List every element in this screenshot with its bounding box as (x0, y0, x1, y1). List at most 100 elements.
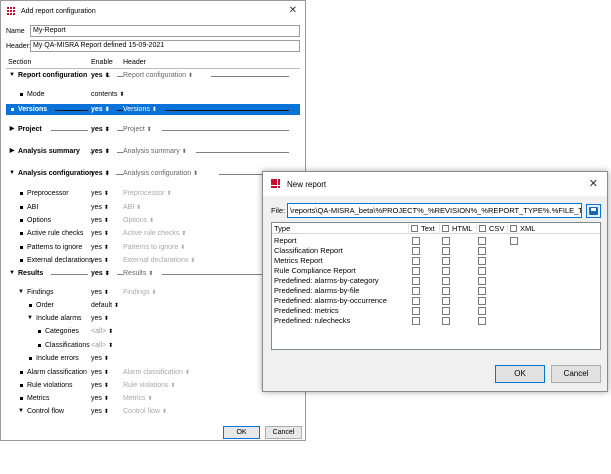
enable-spinner[interactable]: yes ⬍ (91, 242, 109, 254)
html-all-checkbox[interactable] (442, 225, 449, 232)
enable-spinner[interactable]: yes ⬍ (91, 124, 110, 136)
column-type[interactable]: Type (272, 223, 409, 234)
header-field[interactable]: Versions ⬍ (117, 104, 157, 116)
report-type-row[interactable]: Metrics Report (274, 256, 600, 266)
header-field[interactable]: Findings ⬍ (123, 287, 157, 299)
report-type-row[interactable]: Predefined: alarms-by-file (274, 286, 600, 296)
enable-spinner[interactable]: yes ⬍ (91, 188, 109, 200)
expand-toggle-icon[interactable]: ▼ (27, 313, 33, 324)
spinner-arrows-icon[interactable]: ⬍ (152, 107, 157, 113)
text-checkbox[interactable] (412, 317, 420, 325)
column-enable[interactable]: Enable (91, 59, 113, 66)
header-field[interactable]: Report configuration ⬍ (117, 70, 193, 82)
tree-row[interactable]: External declarations yes ⬍ External declar… (6, 255, 300, 266)
spinner-arrows-icon[interactable]: ⬍ (193, 171, 198, 177)
tree-row[interactable]: Categories <all> ⬍ (6, 326, 300, 337)
spinner-arrows-icon[interactable]: ⬍ (104, 205, 109, 211)
spinner-arrows-icon[interactable]: ⬍ (104, 218, 109, 224)
column-html[interactable]: HTML (440, 223, 477, 234)
header-field[interactable]: Patterns to ignore ⬍ (123, 242, 185, 254)
enable-spinner[interactable]: <all> ⬍ (91, 340, 113, 352)
header-field[interactable]: Results ⬍ (117, 268, 153, 280)
enable-spinner[interactable]: yes ⬍ (91, 215, 109, 227)
report-type-row[interactable]: Predefined: metrics (274, 306, 600, 316)
header-field[interactable]: Analysis configuration ⬍ (117, 168, 198, 180)
enable-spinner[interactable]: contents ⬍ (91, 89, 125, 101)
spinner-arrows-icon[interactable]: ⬍ (104, 290, 109, 296)
file-input[interactable]: \reports\QA-MISRA_beta\%PROJECT%_%REVISI… (287, 203, 582, 218)
spinner-arrows-icon[interactable]: ⬍ (190, 258, 195, 264)
text-checkbox[interactable] (412, 247, 420, 255)
enable-spinner[interactable]: yes ⬍ (91, 70, 110, 82)
spinner-arrows-icon[interactable]: ⬍ (108, 329, 113, 335)
tree-row[interactable]: Preprocessor yes ⬍ Preprocessor ⬍ (6, 188, 300, 199)
header-field[interactable]: Alarm classification ⬍ (123, 367, 190, 379)
spinner-arrows-icon[interactable]: ⬍ (104, 258, 109, 264)
enable-spinner[interactable]: yes ⬍ (91, 255, 109, 267)
spinner-arrows-icon[interactable]: ⬍ (167, 191, 172, 197)
xml-checkbox[interactable] (510, 237, 518, 245)
header-field[interactable]: Active rule checks ⬍ (123, 228, 186, 240)
header-field[interactable]: Preprocessor ⬍ (123, 188, 172, 200)
header-field[interactable]: Analysis summary ⬍ (117, 146, 187, 158)
header-field[interactable]: Project ⬍ (117, 124, 152, 136)
text-all-checkbox[interactable] (411, 225, 418, 232)
report-type-row[interactable]: Predefined: alarms-by-category (274, 276, 600, 286)
tree-row[interactable]: ABI yes ⬍ ABI ⬍ (6, 202, 300, 213)
html-checkbox[interactable] (442, 297, 450, 305)
csv-checkbox[interactable] (478, 237, 486, 245)
spinner-arrows-icon[interactable]: ⬍ (104, 191, 109, 197)
spinner-arrows-icon[interactable]: ⬍ (151, 290, 156, 296)
close-icon[interactable]: ✕ (589, 177, 598, 190)
tree-row[interactable]: Versions yes ⬍ Versions ⬍ (6, 104, 300, 115)
html-checkbox[interactable] (442, 277, 450, 285)
tree-row[interactable]: ▶ Analysis summary yes ⬍ Analysis summary ⬍ (6, 146, 300, 157)
tree-row[interactable]: Active rule checks yes ⬍ Active rule checks… (6, 228, 300, 239)
enable-spinner[interactable]: yes ⬍ (91, 268, 110, 280)
enable-spinner[interactable]: yes ⬍ (91, 202, 109, 214)
text-checkbox[interactable] (412, 277, 420, 285)
csv-checkbox[interactable] (478, 317, 486, 325)
xml-all-checkbox[interactable] (510, 225, 517, 232)
enable-spinner[interactable]: yes ⬍ (91, 393, 109, 405)
html-checkbox[interactable] (442, 267, 450, 275)
enable-spinner[interactable]: yes ⬍ (91, 146, 110, 158)
tree-row[interactable]: Alarm classification yes ⬍ Alarm classifica… (6, 367, 300, 378)
tree-row[interactable]: Classifications <all> ⬍ (6, 340, 300, 351)
expand-toggle-icon[interactable]: ▼ (18, 287, 24, 298)
tree-row[interactable]: ▶ Project yes ⬍ Project ⬍ (6, 124, 300, 135)
csv-checkbox[interactable] (478, 287, 486, 295)
csv-checkbox[interactable] (478, 247, 486, 255)
report-type-row[interactable]: Rule Compliance Report (274, 266, 600, 276)
spinner-arrows-icon[interactable]: ⬍ (104, 370, 109, 376)
spinner-arrows-icon[interactable]: ⬍ (114, 303, 119, 309)
enable-spinner[interactable]: default ⬍ (91, 300, 119, 312)
expand-toggle-icon[interactable]: ▼ (9, 168, 15, 179)
expand-toggle-icon[interactable]: ▶ (9, 146, 15, 157)
html-checkbox[interactable] (442, 317, 450, 325)
spinner-arrows-icon[interactable]: ⬍ (104, 383, 109, 389)
text-checkbox[interactable] (412, 287, 420, 295)
spinner-arrows-icon[interactable]: ⬍ (105, 149, 110, 155)
spinner-arrows-icon[interactable]: ⬍ (104, 356, 109, 362)
cancel-button[interactable]: Cancel (551, 365, 601, 383)
csv-checkbox[interactable] (478, 277, 486, 285)
spinner-arrows-icon[interactable]: ⬍ (148, 271, 153, 277)
spinner-arrows-icon[interactable]: ⬍ (108, 343, 113, 349)
html-checkbox[interactable] (442, 307, 450, 315)
enable-spinner[interactable]: yes ⬍ (91, 168, 110, 180)
close-icon[interactable]: ✕ (289, 5, 297, 16)
expand-toggle-icon[interactable]: ▼ (9, 268, 15, 279)
tree-row[interactable]: Patterns to ignore yes ⬍ Patterns to ignore… (6, 242, 300, 253)
spinner-arrows-icon[interactable]: ⬍ (104, 245, 109, 251)
column-xml[interactable]: XML (508, 223, 548, 234)
text-checkbox[interactable] (412, 307, 420, 315)
ok-button[interactable]: OK (223, 426, 260, 439)
enable-spinner[interactable]: yes ⬍ (91, 380, 109, 392)
tree-row[interactable]: ▼ Results yes ⬍ Results ⬍ (6, 268, 300, 279)
spinner-arrows-icon[interactable]: ⬍ (171, 383, 176, 389)
spinner-arrows-icon[interactable]: ⬍ (105, 127, 110, 133)
spinner-arrows-icon[interactable]: ⬍ (185, 370, 190, 376)
header-input[interactable]: My QA-MISRA Report defined 15-09-2021 (30, 40, 300, 52)
report-type-row[interactable]: Report (274, 236, 600, 246)
